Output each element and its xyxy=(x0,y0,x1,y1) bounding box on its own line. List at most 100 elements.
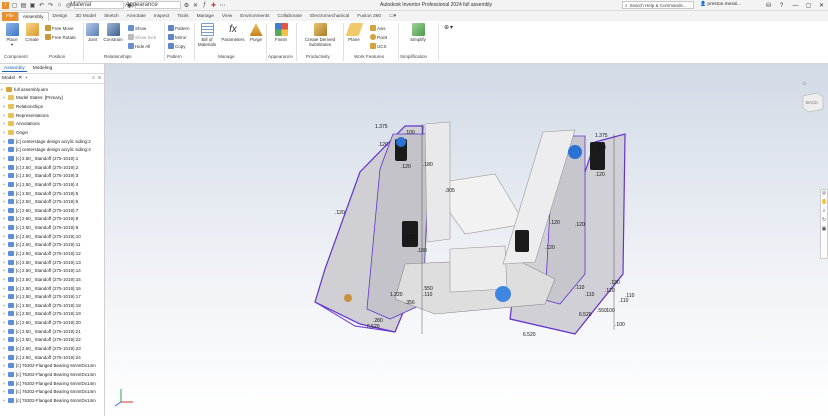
tree-folder[interactable]: + Relationships xyxy=(0,102,104,111)
tree-item[interactable]: + [c] 76302-Flanged Bearing 6mmIDx14m xyxy=(0,396,104,405)
tree-item[interactable]: + [c] 2.50_ Standoff (275-1019):2 xyxy=(0,163,104,172)
dimension-label[interactable]: .110 xyxy=(423,292,433,298)
add-panel-button[interactable]: ⊕ ▾ xyxy=(444,24,453,31)
minimize-button[interactable]: — xyxy=(789,0,802,11)
tree-folder[interactable]: + Origin xyxy=(0,128,104,137)
ucs-button[interactable]: UCS xyxy=(370,43,387,49)
place-button[interactable]: Place ▾ xyxy=(4,23,20,47)
maximize-button[interactable]: ▢ xyxy=(802,0,815,11)
dimension-label[interactable]: .550 xyxy=(423,286,433,292)
expand-icon[interactable]: + xyxy=(2,173,6,178)
expand-icon[interactable]: + xyxy=(2,95,6,100)
dimension-label[interactable]: .100 xyxy=(605,308,615,314)
simplify-button[interactable]: Simplify xyxy=(406,23,430,42)
joint-button[interactable]: Joint xyxy=(86,23,99,42)
dimension-label[interactable]: 6.520 xyxy=(367,324,380,330)
tree-item[interactable]: + [c] 2.50_ Standoff (275-1019):21 xyxy=(0,327,104,336)
expand-icon[interactable]: + xyxy=(2,225,6,230)
look-at-icon[interactable]: ▣ xyxy=(821,226,827,235)
purge-button[interactable]: Purge xyxy=(248,23,264,42)
expand-icon[interactable]: + xyxy=(2,242,6,247)
tree-folder[interactable]: + Annotations xyxy=(0,120,104,129)
dimension-label[interactable]: .120 xyxy=(405,235,415,241)
help-icon[interactable]: ? xyxy=(775,0,788,11)
dimension-label[interactable]: .120 xyxy=(605,288,615,294)
expand-icon[interactable]: + xyxy=(2,303,6,308)
center-box[interactable] xyxy=(449,245,508,293)
copy-button[interactable]: Copy xyxy=(168,43,186,49)
dimension-label[interactable]: .280 xyxy=(373,318,383,324)
show-button[interactable]: Show xyxy=(128,25,146,31)
expand-icon[interactable]: + xyxy=(2,121,6,126)
tree-item[interactable]: + [c] 2.50_ Standoff (275-1019):17 xyxy=(0,292,104,301)
open-icon[interactable]: ▤ xyxy=(20,2,27,9)
tab-annotate[interactable]: Annotate xyxy=(123,12,150,21)
tree-folder[interactable]: + Model States: [Primary] xyxy=(0,94,104,103)
user-account[interactable]: 👤 preston.messi... xyxy=(700,2,741,7)
tree-item[interactable]: + [c] 2.50_ Standoff (275-1019):3 xyxy=(0,171,104,180)
dimension-label[interactable]: .120 xyxy=(595,172,605,178)
dimension-label[interactable]: .130 xyxy=(610,280,620,286)
dimension-label[interactable]: .180 xyxy=(423,162,433,168)
constrain-button[interactable]: Constrain xyxy=(102,23,124,42)
dimension-label[interactable]: .356 xyxy=(405,300,415,306)
tab-collaborate[interactable]: Collaborate xyxy=(274,12,307,21)
close-icon[interactable]: ✕ xyxy=(18,76,22,81)
ribbon-options-icon[interactable]: ▭▾ xyxy=(385,12,400,21)
clear-icon[interactable]: ✕ xyxy=(192,2,199,9)
tree-item[interactable]: + [c] 2.50_ Standoff (275-1019):24 xyxy=(0,353,104,362)
expand-icon[interactable]: + xyxy=(2,130,6,135)
group-label-component[interactable]: Component xyxy=(4,54,28,59)
bronze-bearing[interactable] xyxy=(344,294,352,302)
expand-icon[interactable]: + xyxy=(2,234,6,239)
save-icon[interactable]: ▣ xyxy=(29,2,36,9)
fx-icon[interactable]: ƒ xyxy=(201,2,208,9)
tree-item[interactable]: + [c] 2.50_ Standoff (275-1019):16 xyxy=(0,284,104,293)
home-icon[interactable]: ⌂ xyxy=(56,2,63,9)
tree-item[interactable]: + [c] 2.50_ Standoff (275-1019):1 xyxy=(0,154,104,163)
expand-icon[interactable]: + xyxy=(2,191,6,196)
expand-icon[interactable]: + xyxy=(2,251,6,256)
redo-icon[interactable]: ↷ xyxy=(47,2,54,9)
left-slide-rail[interactable] xyxy=(424,121,451,243)
tree-folder[interactable]: + Representations xyxy=(0,111,104,120)
tab-tools[interactable]: Tools xyxy=(173,12,192,21)
tree-item[interactable]: + [c] 2.50_ Standoff (275-1019):22 xyxy=(0,336,104,345)
dimension-label[interactable]: 1.375 xyxy=(595,133,608,139)
close-button[interactable]: ✕ xyxy=(815,0,828,11)
tree-item[interactable]: + [c] centerstage design acrylic siding:4 xyxy=(0,145,104,154)
tab-fusion-360[interactable]: Fusion 360 xyxy=(353,12,385,21)
tree-item[interactable]: + [c] 2.50_ Standoff (275-1019):9 xyxy=(0,223,104,232)
tree-item[interactable]: + [c] 2.50_ Standoff (275-1019):18 xyxy=(0,301,104,310)
adjust-icon[interactable]: ⚙ xyxy=(183,2,190,9)
expand-icon[interactable]: + xyxy=(2,294,6,299)
tab-assembly-browser[interactable]: Assembly xyxy=(2,66,27,72)
expand-icon[interactable]: + xyxy=(2,139,6,144)
dimension-label[interactable]: .120 xyxy=(401,164,411,170)
tree-item[interactable]: + [c] 76302-Flanged Bearing 6mmIDx14m xyxy=(0,387,104,396)
expand-icon[interactable]: + xyxy=(2,329,6,334)
tab-sketch[interactable]: Sketch xyxy=(100,12,123,21)
finish-button[interactable]: Finish xyxy=(272,23,290,42)
expand-icon[interactable]: + xyxy=(2,320,6,325)
expand-icon[interactable]: + xyxy=(2,199,6,204)
free-rotate-button[interactable]: Free Rotate xyxy=(45,34,76,40)
blue-wheel[interactable] xyxy=(495,286,511,302)
tab-3d-model[interactable]: 3D Model xyxy=(71,12,100,21)
expand-icon[interactable]: + xyxy=(0,87,4,92)
expand-icon[interactable]: + xyxy=(2,355,6,360)
more-icon[interactable]: ⋯ xyxy=(219,2,226,9)
group-label-pattern[interactable]: Pattern xyxy=(167,54,182,59)
dimension-label[interactable]: .100 xyxy=(615,322,625,328)
tree-item[interactable]: + [c] 2.50_ Standoff (275-1019):11 xyxy=(0,241,104,250)
tree-item[interactable]: + [c] 2.50_ Standoff (275-1019):23 xyxy=(0,344,104,353)
tree-item[interactable]: + [c] 76302-Flanged Bearing 6mmIDx14m xyxy=(0,370,104,379)
search-icon[interactable]: ⌕ xyxy=(92,75,95,81)
axis-button[interactable]: Axis xyxy=(370,25,386,31)
tree-item[interactable]: + [c] 2.50_ Standoff (275-1019):15 xyxy=(0,275,104,284)
motor[interactable] xyxy=(402,221,418,247)
expand-icon[interactable]: + xyxy=(2,277,6,282)
tree-item[interactable]: + [c] 2.50_ Standoff (275-1019):12 xyxy=(0,249,104,258)
expand-icon[interactable]: + xyxy=(2,260,6,265)
dimension-label[interactable]: .110 xyxy=(575,285,585,291)
